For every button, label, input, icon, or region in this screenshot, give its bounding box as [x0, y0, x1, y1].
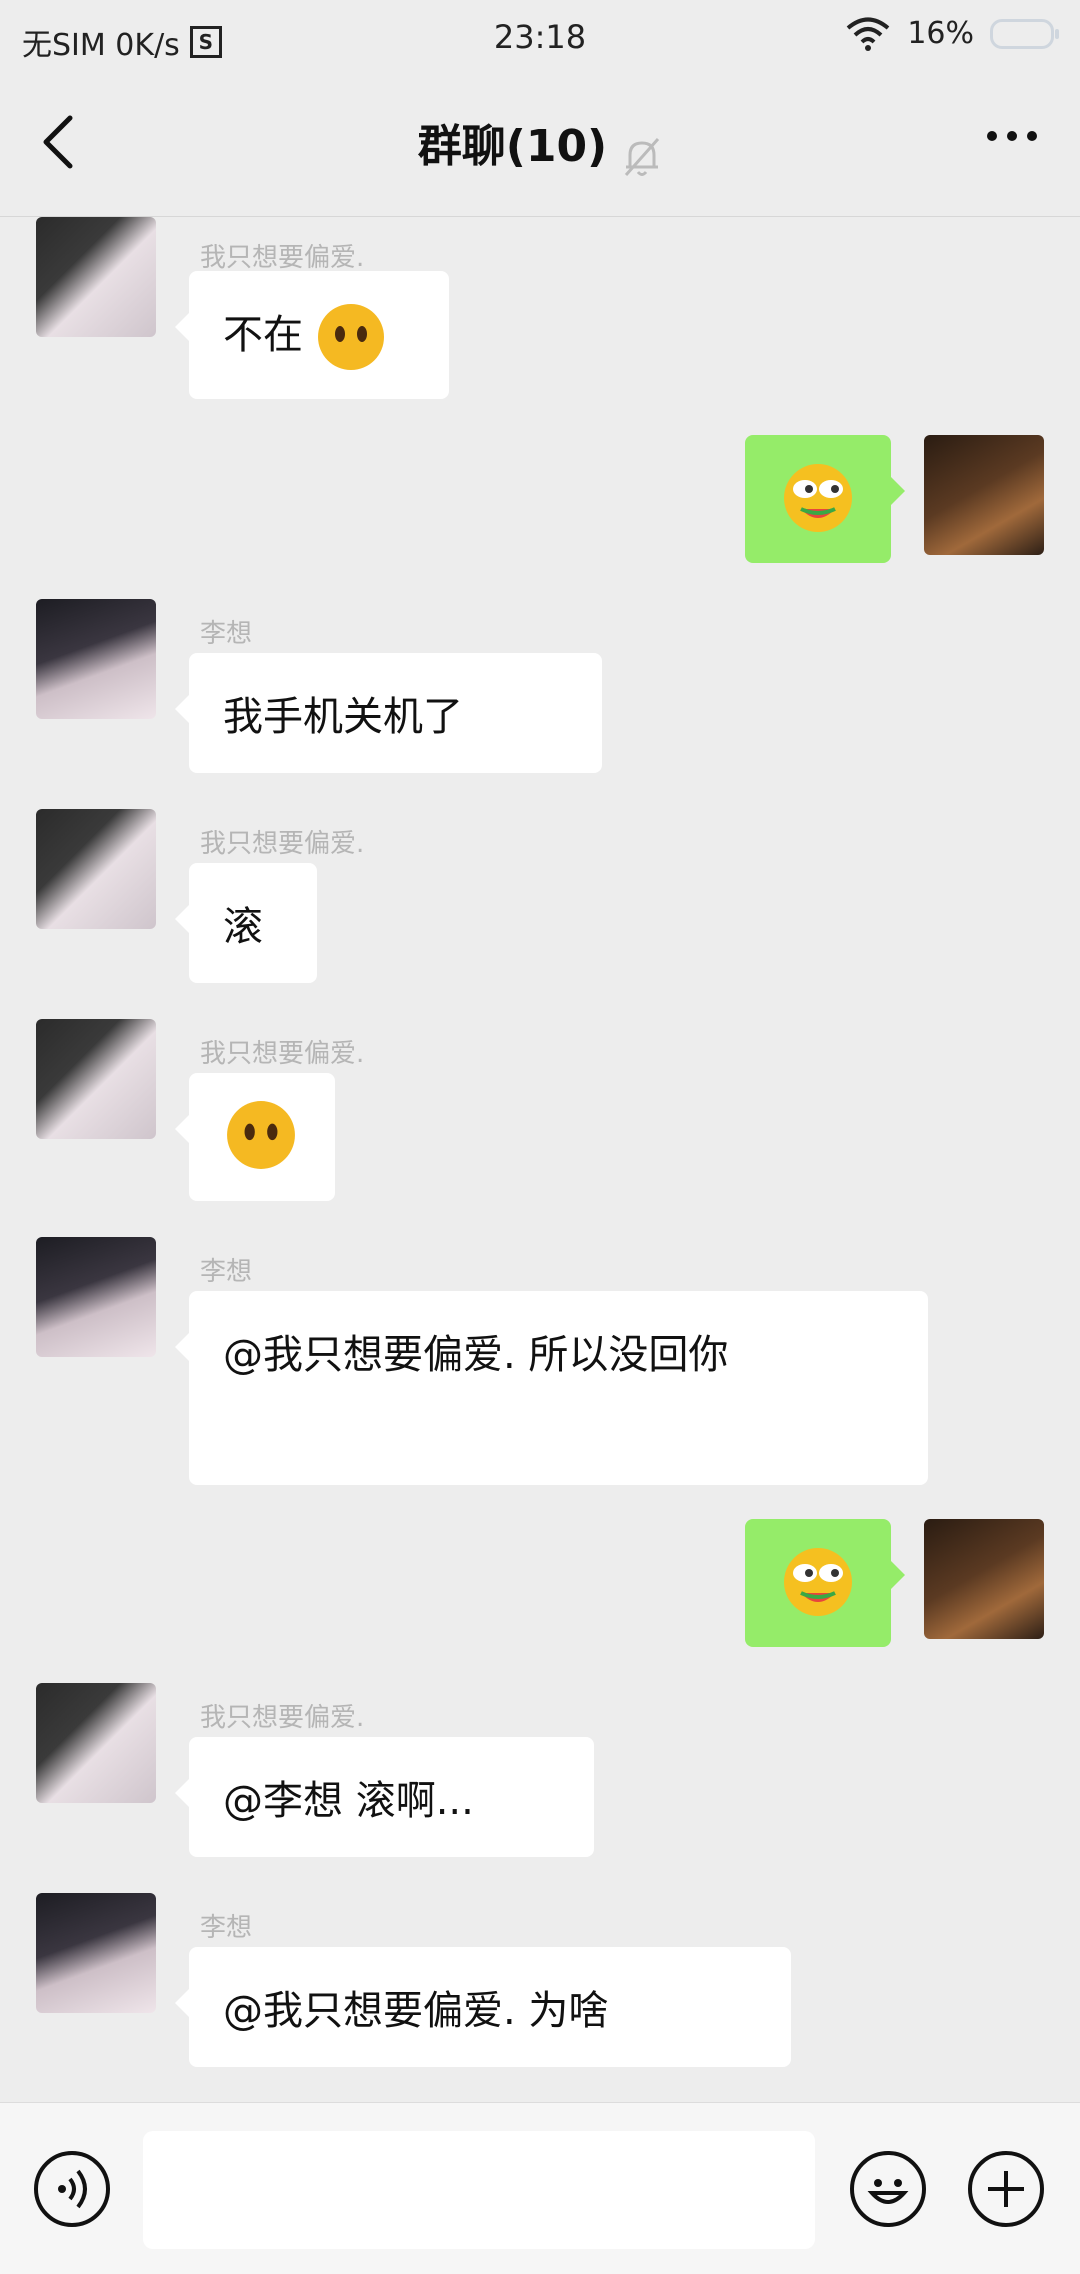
message-list[interactable]: 我只想要偏爱. 不在 李想 我手机关机了 我只想要偏爱. 滚 我只想要偏爱. 李… [0, 217, 1080, 2102]
sender-name: 我只想要偏爱. [200, 243, 365, 273]
message-bubble[interactable]: @李想 滚啊... [175, 1737, 594, 1857]
neutral-face-icon [227, 1101, 295, 1169]
avatar[interactable] [36, 1019, 156, 1139]
sender-name: 李想 [200, 619, 253, 649]
sender-name: 我只想要偏爱. [200, 1703, 365, 1733]
melon-face-icon [784, 464, 852, 532]
voice-icon[interactable] [34, 2151, 110, 2227]
emoji-icon[interactable] [850, 2151, 926, 2227]
battery-icon [990, 18, 1059, 49]
status-bar: 无SIM 0K/s S 23:18 16% [0, 0, 1080, 72]
avatar[interactable] [36, 809, 156, 929]
status-right: 16% [845, 16, 1059, 51]
message-text: 滚 [223, 904, 263, 950]
sender-name: 我只想要偏爱. [200, 1039, 365, 1069]
add-icon[interactable] [968, 2151, 1044, 2227]
message-bubble[interactable]: @我只想要偏爱. 所以没回你 [175, 1291, 928, 1485]
avatar[interactable] [36, 1683, 156, 1803]
message-text: @我只想要偏爱. 所以没回你 [223, 1332, 729, 1378]
wifi-icon [847, 17, 890, 51]
message-bubble[interactable]: 滚 [175, 863, 317, 983]
message-text: @我只想要偏爱. 为啥 [223, 1988, 609, 2034]
sender-name: 李想 [200, 1913, 253, 1943]
sender-name: 李想 [200, 1257, 253, 1287]
message-text: 不在 [223, 312, 303, 358]
title-wrap: 群聊(10) [0, 110, 1080, 179]
my-message-bubble[interactable] [745, 435, 905, 563]
my-avatar[interactable] [924, 435, 1044, 555]
message-bubble[interactable]: 不在 [175, 271, 449, 399]
message-bubble[interactable] [175, 1073, 335, 1201]
neutral-face-icon [317, 304, 384, 370]
message-bubble[interactable]: @我只想要偏爱. 为啥 [175, 1947, 791, 2067]
sender-name: 我只想要偏爱. [200, 829, 365, 859]
chat-header: 群聊(10) [0, 72, 1080, 217]
message-input[interactable] [143, 2131, 815, 2249]
more-icon[interactable] [984, 128, 1040, 144]
melon-face-icon [784, 1548, 852, 1616]
battery-percent: 16% [907, 16, 974, 51]
message-text: @李想 滚啊... [223, 1778, 474, 1824]
avatar[interactable] [36, 599, 156, 719]
avatar[interactable] [36, 1893, 156, 2013]
chat-title: 群聊(10) [417, 121, 608, 172]
avatar[interactable] [36, 1237, 156, 1357]
my-message-bubble[interactable] [745, 1519, 905, 1647]
message-text: 我手机关机了 [223, 694, 463, 740]
bell-muted-icon [625, 137, 660, 176]
avatar[interactable] [36, 217, 156, 337]
my-avatar[interactable] [924, 1519, 1044, 1639]
input-bar [0, 2102, 1080, 2274]
message-bubble[interactable]: 我手机关机了 [175, 653, 602, 773]
